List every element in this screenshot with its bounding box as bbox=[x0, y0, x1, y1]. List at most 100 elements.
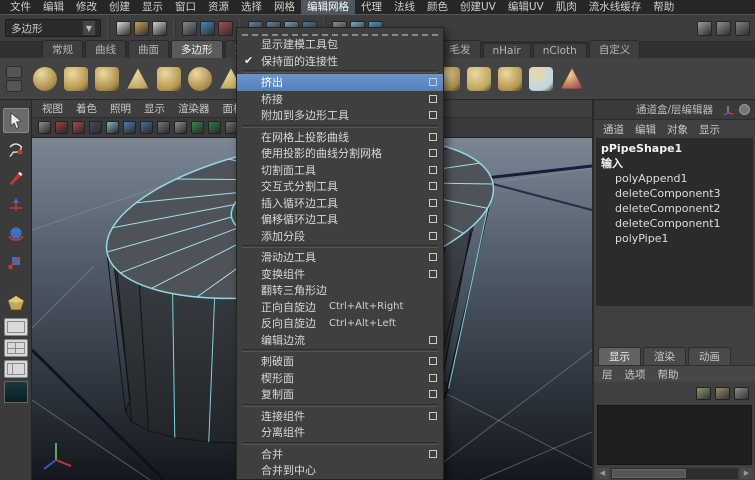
speed-toggle-icon[interactable] bbox=[738, 103, 751, 116]
menu-item-7[interactable]: 切割面工具 bbox=[237, 162, 443, 179]
menubar-item-12[interactable]: 颜色 bbox=[421, 0, 454, 14]
use-all-lights-icon[interactable] bbox=[208, 121, 221, 134]
option-box-icon[interactable] bbox=[429, 78, 437, 86]
poly-cone-icon[interactable] bbox=[126, 67, 150, 91]
last-tool-used[interactable] bbox=[3, 290, 29, 315]
channel-box-menu-0[interactable]: 通道 bbox=[603, 122, 624, 137]
smooth-icon[interactable] bbox=[560, 67, 584, 91]
image-plane-icon[interactable] bbox=[106, 121, 119, 134]
menu-item-14[interactable]: 翻转三角形边 bbox=[237, 282, 443, 299]
menubar-item-8[interactable]: 网格 bbox=[268, 0, 301, 14]
menubar-item-5[interactable]: 窗口 bbox=[169, 0, 202, 14]
grease-pencil-icon[interactable] bbox=[140, 121, 153, 134]
menu-item-4[interactable]: 附加到多边形工具 bbox=[237, 107, 443, 124]
menu-item-3[interactable]: 桥接 bbox=[237, 91, 443, 108]
wireframe-icon[interactable] bbox=[157, 121, 170, 134]
layer-editor-menu-2[interactable]: 帮助 bbox=[658, 367, 679, 382]
menubar-item-2[interactable]: 修改 bbox=[70, 0, 103, 14]
menu-item-12[interactable]: 滑动边工具 bbox=[237, 249, 443, 266]
menubar-item-10[interactable]: 代理 bbox=[355, 0, 388, 14]
channel-node-row-4[interactable]: deleteComponent2 bbox=[601, 201, 748, 216]
channel-box-menu-2[interactable]: 对象 bbox=[667, 122, 688, 137]
menu-item-19[interactable]: 楔形面 bbox=[237, 370, 443, 387]
menubar-item-16[interactable]: 流水线缓存 bbox=[583, 0, 648, 14]
menu-item-10[interactable]: 偏移循环边工具 bbox=[237, 211, 443, 228]
shaded-mode-icon[interactable] bbox=[174, 121, 187, 134]
channel-box-menu-1[interactable]: 编辑 bbox=[635, 122, 656, 137]
option-box-icon[interactable] bbox=[429, 133, 437, 141]
poly-cylinder-icon[interactable] bbox=[95, 67, 119, 91]
menubar-item-13[interactable]: 创建UV bbox=[454, 0, 502, 14]
menubar-item-1[interactable]: 编辑 bbox=[37, 0, 70, 14]
textured-mode-icon[interactable] bbox=[191, 121, 204, 134]
channel-box-list[interactable]: pPipeShape1输入polyAppend1deleteComponent3… bbox=[596, 138, 753, 306]
menubar-item-3[interactable]: 创建 bbox=[103, 0, 136, 14]
channel-box-menu-3[interactable]: 显示 bbox=[699, 122, 720, 137]
layer-editor-menu-1[interactable]: 选项 bbox=[625, 367, 646, 382]
poly-torus-icon[interactable] bbox=[188, 67, 212, 91]
menu-item-16[interactable]: 反向自旋边Ctrl+Alt+Left bbox=[237, 315, 443, 332]
option-box-icon[interactable] bbox=[429, 199, 437, 207]
menu-item-0[interactable]: 显示建模工具包 bbox=[237, 36, 443, 53]
option-box-icon[interactable] bbox=[429, 412, 437, 420]
menubar-item-14[interactable]: 编辑UV bbox=[502, 0, 550, 14]
layer-editor-tab-1[interactable]: 渲染 bbox=[643, 347, 686, 365]
menubar-item-0[interactable]: 文件 bbox=[4, 0, 37, 14]
menu-item-22[interactable]: 分离组件 bbox=[237, 424, 443, 441]
layer-editor-tab-2[interactable]: 动画 bbox=[688, 347, 731, 365]
menubar-item-6[interactable]: 资源 bbox=[202, 0, 235, 14]
channel-node-row-1[interactable]: 输入 bbox=[601, 156, 748, 171]
option-box-icon[interactable] bbox=[429, 450, 437, 458]
open-scene-icon[interactable] bbox=[134, 21, 149, 36]
menu-set-dropdown[interactable]: 多边形 ▼ bbox=[5, 19, 101, 37]
menu-item-24[interactable]: 合并到中心 bbox=[237, 462, 443, 479]
menubar-item-15[interactable]: 肌肉 bbox=[550, 0, 583, 14]
menu-item-9[interactable]: 插入循环边工具 bbox=[237, 195, 443, 212]
shelf-tab-3[interactable]: 多边形 bbox=[171, 40, 223, 58]
select-tool[interactable] bbox=[3, 108, 29, 133]
option-box-icon[interactable] bbox=[429, 336, 437, 344]
two-d-pan-zoom-icon[interactable] bbox=[123, 121, 136, 134]
option-box-icon[interactable] bbox=[429, 357, 437, 365]
scale-tool[interactable] bbox=[3, 248, 29, 273]
viewport-menu-0[interactable]: 视图 bbox=[42, 101, 63, 116]
booleans-icon[interactable] bbox=[529, 67, 553, 91]
shelf-tab-9[interactable]: 毛发 bbox=[440, 40, 481, 58]
rotate-tool[interactable] bbox=[3, 220, 29, 245]
menu-item-17[interactable]: 编辑边流 bbox=[237, 332, 443, 349]
paint-select-tool[interactable] bbox=[3, 164, 29, 189]
lock-camera-icon[interactable] bbox=[55, 121, 68, 134]
grid-toggle-icon[interactable] bbox=[735, 21, 750, 36]
menubar-item-4[interactable]: 显示 bbox=[136, 0, 169, 14]
layer-list-area[interactable] bbox=[597, 405, 752, 465]
menu-item-20[interactable]: 复制面 bbox=[237, 386, 443, 403]
viewport-menu-3[interactable]: 显示 bbox=[144, 101, 165, 116]
new-empty-layer-icon[interactable] bbox=[696, 387, 711, 400]
menu-item-18[interactable]: 刺破面 bbox=[237, 353, 443, 370]
channel-node-row-0[interactable]: pPipeShape1 bbox=[601, 141, 748, 156]
layer-editor-menu-0[interactable]: 层 bbox=[602, 367, 613, 382]
select-hierarchy-icon[interactable] bbox=[182, 21, 197, 36]
option-box-icon[interactable] bbox=[429, 270, 437, 278]
shelf-switch-top-icon[interactable] bbox=[6, 66, 22, 78]
option-box-icon[interactable] bbox=[429, 111, 437, 119]
move-tool[interactable] bbox=[3, 192, 29, 217]
shelf-tab-10[interactable]: nHair bbox=[483, 43, 531, 58]
option-box-icon[interactable] bbox=[429, 95, 437, 103]
shelf-tab-2[interactable]: 曲面 bbox=[128, 40, 169, 58]
poly-cube-icon[interactable] bbox=[64, 67, 88, 91]
highlight-selection-icon[interactable] bbox=[697, 21, 712, 36]
select-object-icon[interactable] bbox=[200, 21, 215, 36]
bookmark-icon[interactable] bbox=[89, 121, 102, 134]
layer-move-icon[interactable] bbox=[734, 387, 749, 400]
show-manip-icon[interactable] bbox=[722, 103, 735, 116]
option-box-icon[interactable] bbox=[429, 253, 437, 261]
viewport-menu-2[interactable]: 照明 bbox=[110, 101, 131, 116]
option-box-icon[interactable] bbox=[429, 390, 437, 398]
option-box-icon[interactable] bbox=[429, 182, 437, 190]
persp-outliner-layout-button[interactable] bbox=[4, 360, 28, 378]
channel-node-row-2[interactable]: polyAppend1 bbox=[601, 171, 748, 186]
menu-item-6[interactable]: 使用投影的曲线分割网格 bbox=[237, 145, 443, 162]
option-box-icon[interactable] bbox=[429, 166, 437, 174]
channel-node-row-5[interactable]: deleteComponent1 bbox=[601, 216, 748, 231]
